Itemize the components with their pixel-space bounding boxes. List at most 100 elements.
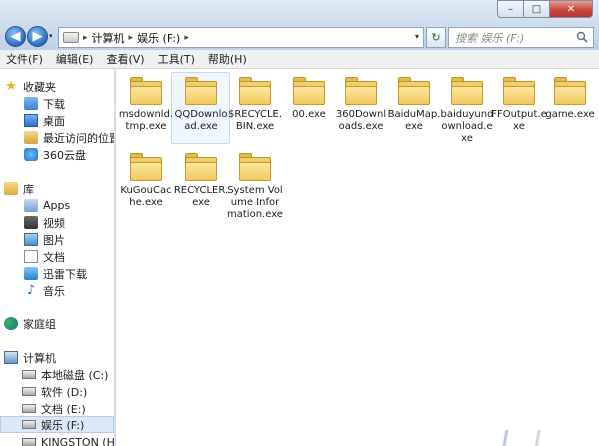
file-list[interactable]: msdownld.tmp.exe QQDownload.exe $RECYCLE… [116, 69, 599, 446]
homegroup-icon [4, 317, 18, 330]
hard-drive-icon [22, 370, 36, 379]
address-dropdown-icon[interactable]: ▾ [415, 32, 419, 41]
folder-item[interactable]: System Volume Information.exe [227, 153, 283, 221]
folder-icon [398, 77, 430, 105]
sidebar-label: 软件 (D:) [41, 385, 88, 399]
breadcrumb-computer[interactable]: 计算机 [92, 30, 125, 46]
sidebar-item-drive-c[interactable]: 本地磁盘 (C:) [22, 366, 108, 383]
sidebar-item-downloads[interactable]: 下载 [24, 95, 65, 112]
folder-item[interactable]: BaiduMap.exe [386, 77, 442, 133]
folder-item[interactable]: baiduyundownload.exe [439, 77, 495, 145]
title-bar: – □ ✕ ◀ ▶ ▾ ▸ 计算机 ▸ 娱乐 (F:) ▸ ▾ ↻ 搜索 娱乐 … [0, 0, 599, 50]
usb-drive-icon [22, 438, 36, 446]
computer-small-icon [63, 32, 79, 43]
sidebar-label: 视频 [43, 216, 65, 230]
sidebar-libraries[interactable]: 库 [4, 180, 34, 197]
sidebar-item-drive-d[interactable]: 软件 (D:) [22, 383, 87, 400]
hard-drive-icon [22, 387, 36, 396]
menu-help[interactable]: 帮助(H) [208, 51, 247, 67]
folder-label: RECYCLER.exe [173, 185, 229, 208]
folder-item-selected[interactable]: QQDownload.exe [173, 77, 229, 133]
folder-icon [130, 77, 162, 105]
computer-icon [4, 351, 18, 364]
sidebar-item-desktop[interactable]: 桌面 [24, 112, 65, 129]
folder-item[interactable]: $RECYCLE.BIN.exe [227, 77, 283, 133]
sidebar-favorites[interactable]: ★ 收藏夹 [4, 78, 56, 95]
sidebar-label: 下载 [43, 97, 65, 111]
video-library-icon [24, 216, 38, 229]
breadcrumb-drive-f[interactable]: 娱乐 (F:) [137, 30, 180, 46]
forward-arrow-icon: ▶ [32, 29, 43, 44]
folder-label: System Volume Information.exe [227, 185, 283, 220]
folder-item[interactable]: KuGouCache.exe [118, 153, 174, 209]
folder-label: 360Downloads.exe [335, 109, 387, 132]
sidebar-label: 库 [23, 182, 34, 196]
folder-label: KuGouCache.exe [120, 185, 172, 208]
recent-places-icon [24, 131, 38, 144]
folder-item[interactable]: game.exe [542, 77, 598, 121]
sidebar-label: 收藏夹 [23, 80, 56, 94]
document-library-icon [24, 250, 38, 263]
menu-file[interactable]: 文件(F) [6, 51, 43, 67]
thunder-download-icon [24, 267, 38, 280]
sidebar-item-recent[interactable]: 最近访问的位置 [24, 129, 115, 146]
window-edge-decoration [440, 430, 599, 446]
folder-icon [185, 77, 217, 105]
breadcrumb-separator[interactable]: ▸ [129, 33, 134, 43]
menu-tools[interactable]: 工具(T) [158, 51, 195, 67]
sidebar-label: 图片 [43, 233, 65, 247]
search-input[interactable]: 搜索 娱乐 (F:) [448, 27, 594, 48]
sidebar-label: 最近访问的位置 [43, 131, 115, 145]
hard-drive-icon [22, 404, 36, 413]
sidebar-item-apps[interactable]: Apps [24, 197, 70, 214]
sidebar-label: 桌面 [43, 114, 65, 128]
sidebar-item-thunder-downloads[interactable]: 迅雷下载 [24, 265, 87, 282]
back-button[interactable]: ◀ [5, 26, 26, 47]
forward-button[interactable]: ▶ [27, 26, 48, 47]
folder-label: msdownld.tmp.exe [118, 109, 174, 132]
menu-view[interactable]: 查看(V) [106, 51, 144, 67]
minimize-button[interactable]: – [497, 0, 524, 18]
sidebar-item-drive-f[interactable]: 娱乐 (F:) [0, 416, 114, 433]
search-placeholder: 搜索 娱乐 (F:) [455, 31, 525, 45]
desktop-icon [24, 114, 38, 127]
folder-label: 00.exe [292, 109, 326, 120]
refresh-icon: ↻ [431, 31, 441, 44]
folder-item[interactable]: FFOutput.exe [491, 77, 547, 133]
folder-item[interactable]: 360Downloads.exe [333, 77, 389, 133]
maximize-button[interactable]: □ [523, 0, 550, 18]
hard-drive-icon [22, 420, 36, 429]
breadcrumb-separator[interactable]: ▸ [184, 33, 189, 43]
folder-icon [239, 77, 271, 105]
sidebar-homegroup[interactable]: 家庭组 [4, 315, 56, 332]
folder-item[interactable]: RECYCLER.exe [173, 153, 229, 209]
sidebar-item-videos[interactable]: 视频 [24, 214, 65, 231]
navigation-pane: ★ 收藏夹 下载 桌面 最近访问的位置 360云盘 库 Apps 视频 图片 文… [0, 69, 115, 446]
sidebar-item-drive-h[interactable]: KINGSTON (H:) [22, 434, 114, 446]
cloud-drive-icon [24, 148, 38, 161]
breadcrumb-separator[interactable]: ▸ [83, 33, 88, 43]
apps-library-icon [24, 199, 38, 212]
music-note-icon: ♪ [26, 283, 36, 298]
folder-icon [345, 77, 377, 105]
menu-edit[interactable]: 编辑(E) [56, 51, 94, 67]
folder-item[interactable]: 00.exe [281, 77, 337, 121]
sidebar-item-360cloud[interactable]: 360云盘 [24, 146, 86, 163]
folder-item[interactable]: msdownld.tmp.exe [118, 77, 174, 133]
folder-label: QQDownload.exe [174, 109, 228, 132]
library-icon [4, 182, 18, 195]
sidebar-item-music[interactable]: ♪ 音乐 [24, 282, 65, 299]
search-icon[interactable] [576, 31, 588, 43]
history-dropdown-icon[interactable]: ▾ [49, 32, 57, 40]
close-button[interactable]: ✕ [549, 0, 593, 18]
folder-icon [503, 77, 535, 105]
menu-bar: 文件(F) 编辑(E) 查看(V) 工具(T) 帮助(H) [0, 50, 599, 69]
sidebar-item-pictures[interactable]: 图片 [24, 231, 65, 248]
sidebar-item-documents[interactable]: 文档 [24, 248, 65, 265]
sidebar-label: 音乐 [43, 284, 65, 298]
picture-library-icon [24, 233, 38, 246]
sidebar-computer[interactable]: 计算机 [4, 349, 56, 366]
sidebar-item-drive-e[interactable]: 文档 (E:) [22, 400, 86, 417]
address-bar[interactable]: ▸ 计算机 ▸ 娱乐 (F:) ▸ ▾ [58, 27, 424, 48]
refresh-button[interactable]: ↻ [426, 27, 446, 48]
